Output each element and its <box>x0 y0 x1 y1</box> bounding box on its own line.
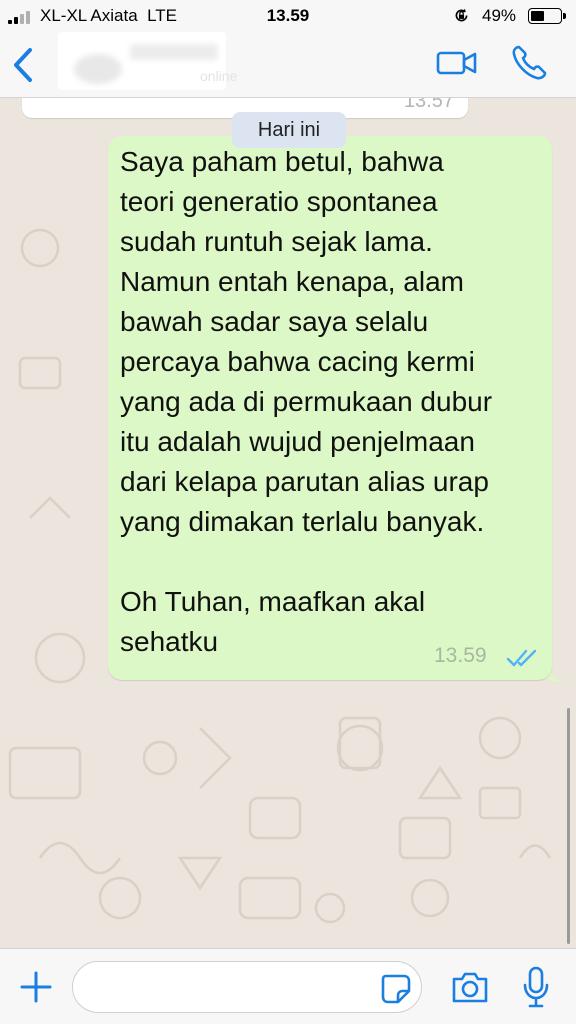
message-input-bar <box>0 948 576 1024</box>
battery-icon <box>528 8 566 24</box>
date-separator: Hari ini <box>232 112 346 148</box>
chat-header: online <box>0 32 576 98</box>
outgoing-message-bubble[interactable]: Saya paham betul, bahwa teori generatio … <box>108 136 552 680</box>
message-text: Saya paham betul, bahwa teori generatio … <box>120 146 493 657</box>
rotation-lock-icon <box>455 8 468 22</box>
previous-message-time: 13.57 <box>403 98 454 112</box>
video-camera-icon[interactable] <box>436 48 478 78</box>
avatar[interactable] <box>74 54 122 84</box>
plus-icon[interactable] <box>18 969 54 1005</box>
contact-info[interactable]: online <box>58 32 237 90</box>
message-input[interactable] <box>72 961 422 1013</box>
battery-fill <box>531 11 544 21</box>
status-bar: XL-XL Axiata LTE 13.59 49% <box>0 0 576 32</box>
double-check-read-icon <box>506 649 537 667</box>
contact-name-redacted <box>130 44 218 60</box>
microphone-icon[interactable] <box>520 965 552 1009</box>
chevron-left-icon[interactable] <box>8 46 40 84</box>
chat-area[interactable]: 13.57 Saya paham betul, bahwa teori gene… <box>0 98 576 948</box>
chat-scrollbar[interactable] <box>567 708 570 944</box>
sticker-icon[interactable] <box>380 973 412 1005</box>
battery-percentage: 49% <box>482 6 517 25</box>
camera-icon[interactable] <box>450 969 490 1005</box>
contact-status: online <box>200 68 238 84</box>
phone-icon[interactable] <box>510 44 548 82</box>
message-time: 13.59 <box>434 644 487 667</box>
